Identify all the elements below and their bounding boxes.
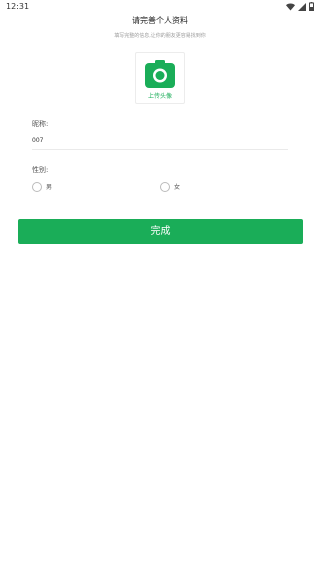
- gender-female-label: 女: [174, 183, 181, 191]
- radio-button-male[interactable]: [32, 182, 42, 192]
- wifi-icon: [286, 3, 295, 11]
- status-time: 12:31: [6, 2, 30, 11]
- nickname-divider: [32, 149, 288, 150]
- camera-icon: [145, 60, 175, 88]
- gender-label: 性别:: [32, 166, 49, 174]
- nickname-input[interactable]: [32, 135, 286, 146]
- status-icons: [286, 2, 314, 11]
- avatar-upload-button[interactable]: 上传头像: [135, 52, 185, 104]
- status-bar: 12:31: [0, 0, 320, 13]
- page-subtitle: 填写完整的信息,让你的朋友更容易找到你: [114, 33, 206, 39]
- radio-button-female[interactable]: [160, 182, 170, 192]
- upload-avatar-label: 上传头像: [147, 93, 172, 100]
- page-title: 请完善个人资料: [132, 16, 188, 25]
- done-button[interactable]: 完成: [18, 219, 303, 244]
- battery-icon: [309, 2, 314, 11]
- gender-male-label: 男: [46, 183, 53, 191]
- signal-icon: [298, 2, 306, 11]
- gender-option-male[interactable]: 男: [32, 181, 52, 193]
- nickname-label: 昵称:: [32, 120, 49, 128]
- gender-option-female[interactable]: 女: [160, 181, 180, 193]
